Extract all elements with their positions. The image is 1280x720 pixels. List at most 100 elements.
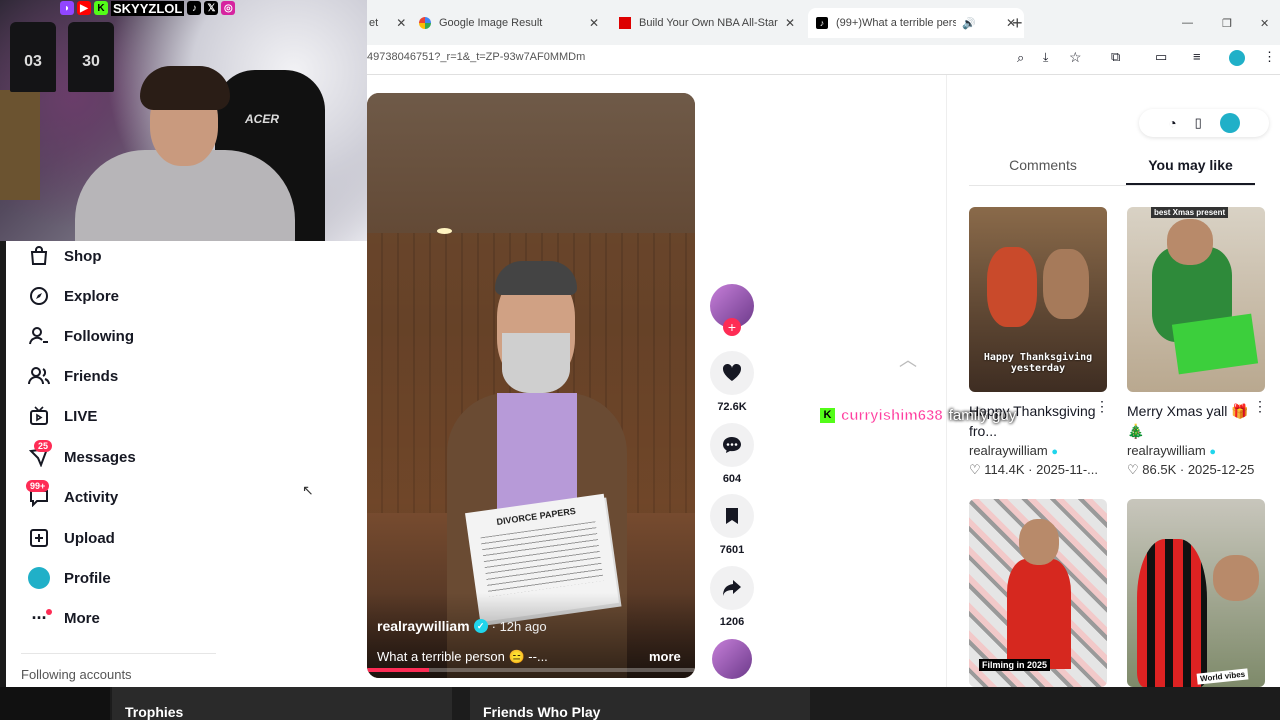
tab-label: et (369, 17, 379, 29)
save-action[interactable]: 7601 (709, 494, 755, 556)
tiktok-icon: ♪ (187, 1, 202, 15)
webcam-overlay: 03 30 ACER (0, 0, 367, 241)
thumbnail-overlay-text: Happy Thanksgiving yesterday (983, 352, 1093, 374)
video-author[interactable]: realraywilliam (377, 618, 470, 634)
panel-toolbar: ◔ ▯ (1139, 109, 1269, 137)
verified-icon: ● (1051, 446, 1059, 458)
video-card[interactable]: Filming in 2025 (969, 499, 1107, 687)
card-meta: ♡ 86.5K · 2025-12-25 (1127, 462, 1255, 477)
close-icon[interactable]: ✕ (785, 16, 795, 30)
zoom-icon[interactable]: ⌕ (1017, 50, 1024, 66)
tab-google-image-result[interactable]: Google Image Result ✕ (419, 8, 599, 38)
autoscroll-icon[interactable]: ◔ (1168, 115, 1176, 131)
author-avatar[interactable]: + (710, 284, 754, 336)
like-action[interactable]: 72.6K (709, 351, 755, 413)
close-icon[interactable]: ✕ (396, 16, 406, 30)
man-hair (495, 261, 577, 295)
phone-icon[interactable]: ▯ (1195, 115, 1202, 131)
card-date: 2025-12-25 (1187, 462, 1255, 477)
card-title[interactable]: Merry Xmas yall 🎁🎄 (1127, 401, 1265, 441)
tab-nba-all-star[interactable]: Build Your Own NBA All-Star Te ✕ (619, 8, 795, 38)
address-bar: 49738046751?_r=1&_t=ZP-93w7AF0MMDm ⌕ ⤓ ☆… (367, 45, 1280, 75)
chevron-up-icon[interactable]: ︿ (899, 346, 917, 372)
streamer-hair (140, 66, 230, 110)
sidebar-item-more[interactable]: ··· More (28, 603, 100, 633)
extensions-icon[interactable]: ⧉ (1111, 49, 1120, 65)
sound-avatar[interactable] (712, 639, 752, 679)
tab-label: (99+)What a terrible person (836, 17, 956, 29)
video-thumbnail[interactable]: best Xmas present (1127, 207, 1265, 392)
right-panel: ◔ ▯ Comments You may like Happy Thanksgi… (946, 75, 1280, 687)
heart-icon[interactable] (710, 351, 754, 395)
card-author[interactable]: realraywilliam ● (1127, 443, 1265, 458)
media-icon[interactable]: ≡ (1193, 49, 1201, 64)
card-likes: 86.5K (1142, 462, 1177, 477)
video-card[interactable]: World vibes (1127, 499, 1265, 687)
follow-plus-icon[interactable]: + (723, 318, 741, 336)
maximize-button[interactable]: ❐ (1222, 8, 1236, 38)
card-menu-icon[interactable]: ⋮ (1095, 398, 1109, 415)
thumbnail-overlay-text: best Xmas present (1151, 207, 1229, 218)
sidebar-item-activity[interactable]: 99+ Activity (26, 480, 118, 512)
video-card[interactable]: Happy Thanksgiving yesterday Happy Thank… (969, 207, 1107, 478)
tab-tiktok-active[interactable]: ♪ (99+)What a terrible person 🔊 ✕ (808, 8, 1024, 38)
comment-icon[interactable] (710, 423, 754, 467)
tab-you-may-like[interactable]: You may like (1126, 157, 1255, 185)
author-name[interactable]: realraywilliam (1127, 443, 1206, 458)
video-author-row[interactable]: realraywilliam ✓ · 12h ago (377, 618, 547, 634)
sidebar-item-live[interactable]: LIVE (28, 401, 97, 431)
sidebar-item-upload[interactable]: Upload (28, 523, 115, 553)
card-author[interactable]: realraywilliam ● (969, 443, 1107, 458)
share-action[interactable]: 1206 (709, 566, 755, 628)
twitch-icon: ◗ (60, 1, 74, 15)
star-icon[interactable]: ☆ (1069, 49, 1082, 66)
profile-icon[interactable] (1229, 50, 1245, 66)
video-progress-track[interactable] (367, 668, 695, 672)
window-close-button[interactable]: ✕ (1260, 8, 1274, 38)
profile-avatar-icon (28, 567, 50, 589)
sidebar-item-profile[interactable]: Profile (28, 563, 111, 593)
minimize-button[interactable]: — (1182, 8, 1196, 38)
sidebar-item-friends[interactable]: Friends (28, 361, 118, 391)
tab-comments[interactable]: Comments (969, 157, 1117, 173)
browser-tab-bar: et ✕ Google Image Result ✕ Build Your Ow… (367, 0, 1280, 45)
author-name[interactable]: realraywilliam (969, 443, 1048, 458)
sidebar-item-messages[interactable]: 25 Messages (28, 440, 136, 472)
install-icon[interactable]: ⤓ (1043, 50, 1048, 65)
stream-chat-overlay: K curryishim638 family guy (820, 405, 1016, 425)
close-icon[interactable]: ✕ (589, 16, 599, 30)
caption-more-button[interactable]: more (649, 649, 681, 664)
card-likes: 114.4K (984, 462, 1025, 477)
profile-icon[interactable] (1219, 113, 1240, 133)
card-menu-icon[interactable]: ⋮ (1253, 398, 1267, 415)
url-input[interactable]: 49738046751?_r=1&_t=ZP-93w7AF0MMDm (367, 51, 585, 63)
video-player[interactable]: DIVORCE PAPERS realraywilliam ✓ · 12h ag… (367, 93, 695, 678)
menu-dots-icon[interactable]: ⋮ (1263, 49, 1276, 65)
video-thumbnail[interactable]: Filming in 2025 (969, 499, 1107, 687)
video-thumbnail[interactable]: Happy Thanksgiving yesterday (969, 207, 1107, 392)
card-meta: ♡ 114.4K · 2025-11-... (969, 462, 1099, 477)
thumbnail-overlay-text: Filming in 2025 (979, 659, 1051, 671)
comment-action[interactable]: 604 (709, 423, 755, 485)
activity-icon: 99+ (26, 480, 50, 508)
video-card[interactable]: best Xmas present Merry Xmas yall 🎁🎄 rea… (1127, 207, 1265, 478)
comment-count: 604 (722, 473, 742, 485)
verified-icon: ✓ (473, 619, 488, 633)
tab-partial[interactable]: et ✕ (367, 8, 406, 38)
sidebar-item-label: Shop (64, 247, 102, 265)
video-thumbnail[interactable]: World vibes (1127, 499, 1265, 687)
sidebar-item-following[interactable]: Following (28, 321, 134, 351)
sidebar-item-explore[interactable]: Explore (28, 281, 119, 311)
tab-label: Google Image Result (439, 17, 543, 29)
sidebar-item-label: Profile (64, 569, 111, 587)
cast-icon[interactable]: ▭ (1155, 49, 1167, 65)
x-icon: 𝕏 (204, 1, 219, 15)
speaker-icon[interactable]: 🔊 (962, 17, 976, 30)
video-progress-fill (367, 668, 429, 672)
bookmark-icon[interactable] (710, 494, 754, 538)
youtube-icon: ▶ (77, 1, 91, 15)
sidebar-item-label: Upload (64, 529, 115, 547)
new-tab-button[interactable]: + (1012, 8, 1032, 38)
sidebar-item-shop[interactable]: Shop (28, 241, 102, 271)
share-icon[interactable] (710, 566, 754, 610)
